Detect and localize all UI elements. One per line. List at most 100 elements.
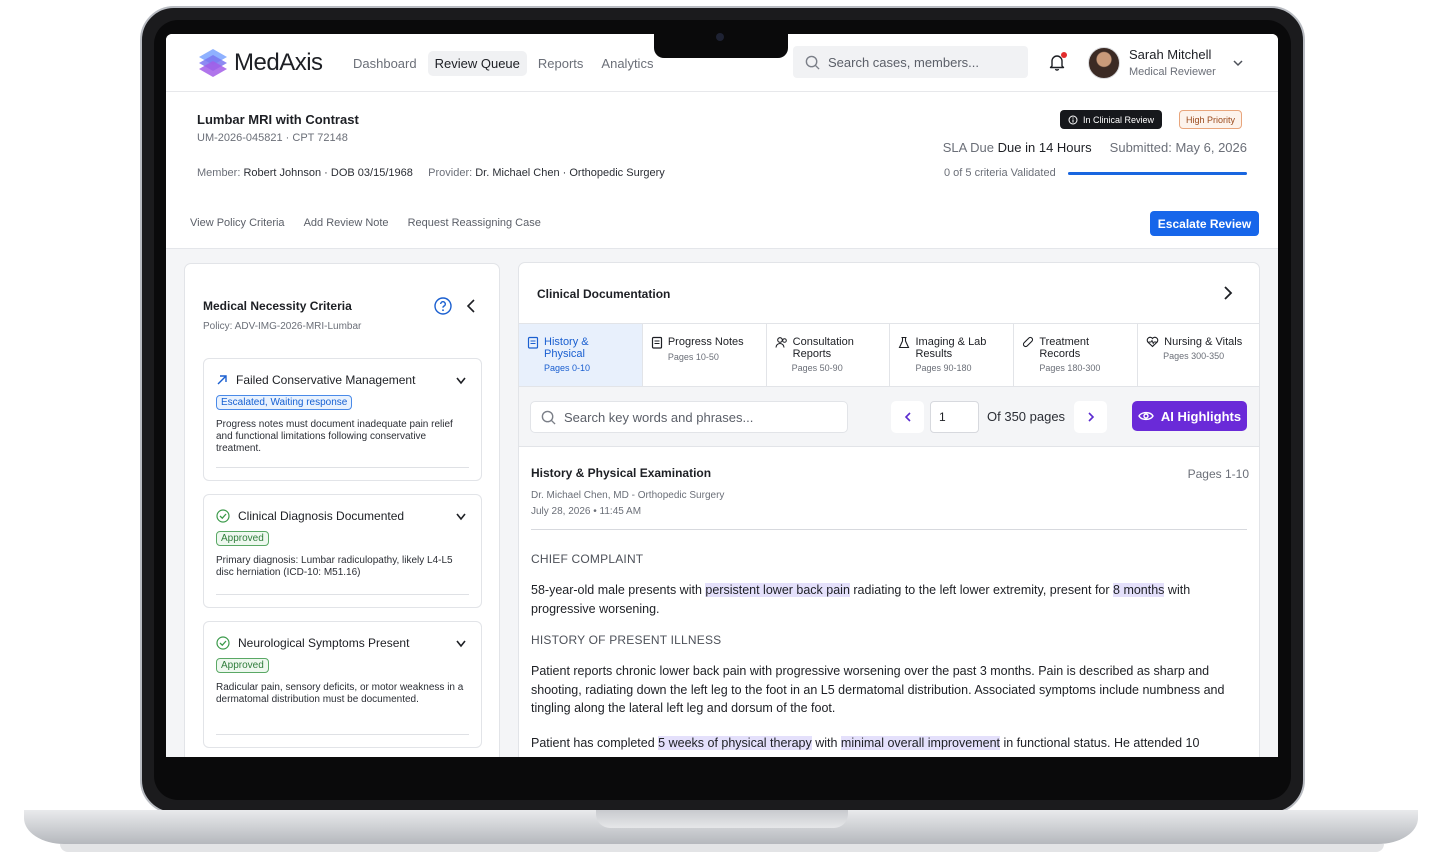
- global-search-input[interactable]: Search cases, members...: [793, 46, 1028, 78]
- tab-label: Progress Notes: [667, 336, 744, 348]
- chevron-left-icon: [904, 412, 911, 422]
- logo-mark-icon: [199, 49, 227, 77]
- page-total: Of 350 pages: [987, 409, 1066, 424]
- tab-pages: Pages 0-10: [544, 363, 591, 373]
- tab-nursing-vitals[interactable]: Nursing & Vitals Pages 300-350: [1138, 324, 1259, 386]
- document-author: Dr. Michael Chen, MD - Orthopedic Surger…: [531, 490, 725, 501]
- sla-label: SLA Due: [942, 140, 995, 155]
- request-reassign-link[interactable]: Request Reassigning Case: [408, 217, 541, 229]
- provider-label: Provider:: [428, 167, 473, 179]
- tab-pages: Pages 300-350: [1163, 351, 1225, 361]
- text-run: with: [811, 736, 841, 750]
- chevron-down-icon[interactable]: [455, 512, 467, 522]
- ai-highlights-label: AI Highlights: [1160, 408, 1242, 424]
- criteria-description: Progress notes must document inadequate …: [216, 419, 453, 454]
- document-search-input[interactable]: Search key words and phrases...: [530, 401, 848, 433]
- chief-complaint-text: 58-year-old male presents with persisten…: [531, 581, 1247, 618]
- sla-line: SLA Due Due in 14 Hours Submitted: May 6…: [943, 140, 1247, 155]
- tab-label: Nursing & Vitals: [1164, 336, 1243, 348]
- submitted-label: Submitted:: [1109, 140, 1172, 155]
- next-page-button[interactable]: [1074, 401, 1107, 433]
- escalate-review-button[interactable]: Escalate Review: [1150, 211, 1259, 236]
- criteria-name: Neurological Symptoms Present: [238, 636, 410, 650]
- provider-value: Dr. Michael Chen · Orthopedic Surgery: [475, 167, 665, 179]
- criteria-card-neurological-symptoms[interactable]: Neurological Symptoms Present Approved R…: [203, 621, 482, 748]
- ai-highlight[interactable]: persistent lower back pain: [705, 583, 850, 597]
- tab-pages: Pages 50-90: [791, 363, 843, 373]
- chevron-down-icon[interactable]: [455, 376, 467, 386]
- tab-progress-notes[interactable]: Progress Notes Pages 10-50: [643, 324, 767, 386]
- documentation-title: Clinical Documentation: [537, 287, 671, 301]
- tab-label: Imaging & Lab Results: [915, 336, 987, 360]
- nav-reports[interactable]: Reports: [531, 51, 591, 76]
- previous-page-button[interactable]: [891, 401, 924, 433]
- ai-highlight[interactable]: 5 weeks of physical therapy: [658, 736, 812, 750]
- add-review-note-link[interactable]: Add Review Note: [304, 217, 389, 229]
- chief-complaint-heading: CHIEF COMPLAINT: [531, 552, 644, 566]
- tab-label: History & Physical: [544, 336, 589, 360]
- case-member-provider: Member: Robert Johnson · DOB 03/15/1968 …: [197, 167, 665, 179]
- criteria-name: Clinical Diagnosis Documented: [238, 509, 405, 523]
- logo-text: MedAxis: [234, 49, 323, 76]
- text-run: radiating to the left lower extremity, p…: [849, 583, 1114, 597]
- tab-label: Treatment Records: [1039, 336, 1090, 360]
- pill-icon: [1023, 336, 1034, 348]
- main-nav: Dashboard Review Queue Reports Analytics: [346, 51, 660, 76]
- heart-pulse-icon: [1146, 336, 1159, 348]
- text-run: Patient has completed: [531, 736, 659, 750]
- status-badge: Approved: [216, 531, 269, 546]
- nav-dashboard[interactable]: Dashboard: [346, 51, 424, 76]
- ai-highlight[interactable]: 8 months: [1113, 583, 1165, 597]
- chevron-right-icon[interactable]: [1222, 285, 1234, 301]
- ai-highlight[interactable]: minimal overall improvement: [840, 736, 1000, 750]
- ai-highlights-button[interactable]: AI Highlights: [1132, 401, 1247, 431]
- case-id: UM-2026-045821 · CPT 72148: [197, 132, 348, 144]
- nav-analytics[interactable]: Analytics: [594, 51, 660, 76]
- flask-icon: [899, 336, 910, 349]
- criteria-card-conservative-management[interactable]: Failed Conservative Management Escalated…: [203, 358, 482, 481]
- view-policy-criteria-link[interactable]: View Policy Criteria: [190, 217, 285, 229]
- global-search-placeholder: Search cases, members...: [828, 54, 979, 70]
- chevron-left-icon[interactable]: [465, 298, 477, 314]
- sla-value: Due in 14 Hours: [997, 140, 1092, 155]
- tab-label: Consultation Reports: [792, 336, 854, 360]
- criteria-card-clinical-diagnosis[interactable]: Clinical Diagnosis Documented Approved P…: [203, 494, 482, 608]
- tab-treatment-records[interactable]: Treatment Records Pages 180-300: [1014, 324, 1139, 386]
- clipboard-icon: [527, 336, 539, 349]
- criteria-name: Failed Conservative Management: [236, 373, 416, 387]
- app-screen: MedAxis Dashboard Review Queue Reports A…: [166, 34, 1278, 757]
- tab-pages: Pages 180-300: [1039, 363, 1101, 373]
- check-circle-icon: [216, 509, 230, 523]
- text-run: 58-year-old male presents with: [531, 583, 706, 597]
- document-viewer: History & Physical Examination Pages 1-1…: [531, 447, 1249, 757]
- case-title: Lumbar MRI with Contrast: [197, 112, 359, 127]
- user-role: Medical Reviewer: [1129, 66, 1216, 78]
- member-value: Robert Johnson · DOB 03/15/1968: [243, 167, 413, 179]
- member-label: Member:: [197, 167, 241, 179]
- nav-review-queue[interactable]: Review Queue: [427, 51, 527, 76]
- tab-pages: Pages 10-50: [667, 352, 719, 362]
- users-icon: [775, 337, 787, 348]
- chevron-right-icon: [1087, 412, 1094, 422]
- chevron-down-icon[interactable]: [1232, 57, 1244, 69]
- chevron-down-icon[interactable]: [455, 639, 467, 649]
- status-badge: In Clinical Review: [1060, 110, 1163, 129]
- tab-imaging-lab[interactable]: Imaging & Lab Results Pages 90-180: [890, 324, 1015, 386]
- user-name: Sarah Mitchell: [1129, 47, 1212, 62]
- case-actions: View Policy Criteria Add Review Note Req…: [190, 217, 541, 229]
- document-search-placeholder: Search key words and phrases...: [564, 409, 754, 425]
- logo[interactable]: MedAxis: [196, 46, 323, 80]
- help-icon[interactable]: [434, 297, 452, 315]
- divider: [531, 529, 1247, 530]
- page-number-input[interactable]: 1: [930, 401, 979, 433]
- hpi-heading: HISTORY OF PRESENT ILLNESS: [531, 633, 722, 647]
- text-run: in functional status. He attended 10: [1000, 736, 1200, 750]
- tab-history-physical[interactable]: History & Physical Pages 0-10: [519, 324, 643, 386]
- criteria-description: Radicular pain, sensory deficits, or mot…: [216, 682, 464, 705]
- hpi-paragraph: Patient reports chronic lower back pain …: [531, 664, 1225, 715]
- search-icon: [541, 410, 556, 425]
- avatar[interactable]: [1088, 47, 1120, 79]
- tab-consultation-reports[interactable]: Consultation Reports Pages 50-90: [767, 324, 891, 386]
- search-icon: [805, 55, 820, 70]
- camera: [716, 33, 724, 41]
